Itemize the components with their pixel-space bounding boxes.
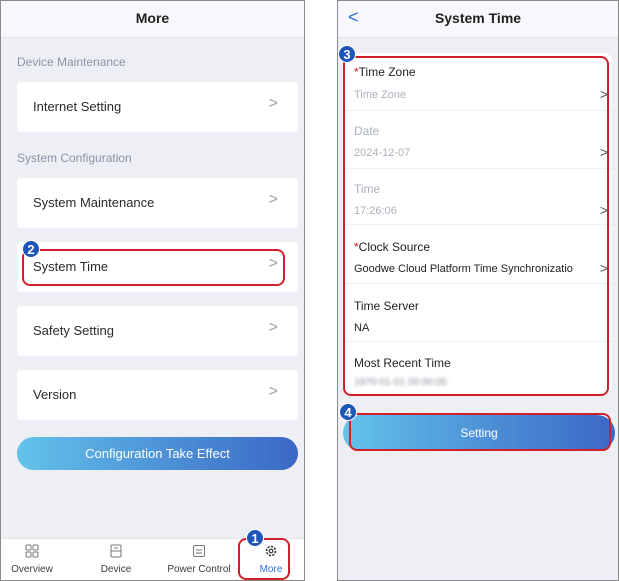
menu-item-label: Internet Setting xyxy=(33,99,122,114)
top-bar: < System Time xyxy=(338,1,618,38)
callout-more-tab xyxy=(238,538,290,580)
tab-overview[interactable]: Overview xyxy=(7,539,57,580)
power-control-icon xyxy=(193,545,205,557)
more-screen: More Device Maintenance Internet Setting… xyxy=(0,0,305,581)
chevron-right-icon: > xyxy=(268,191,278,208)
menu-item-internet-setting[interactable]: Internet Setting > xyxy=(17,82,298,132)
top-bar: More xyxy=(1,1,304,38)
callout-form xyxy=(343,56,609,396)
step-badge-4: 4 xyxy=(339,403,357,421)
tab-label: Power Control xyxy=(167,564,231,575)
menu-item-version[interactable]: Version > xyxy=(17,370,298,420)
step-badge-3: 3 xyxy=(338,45,356,63)
step-badge-1: 1 xyxy=(246,529,264,547)
section-system-configuration: System Configuration xyxy=(17,151,132,165)
tab-label: Overview xyxy=(11,564,53,575)
device-icon xyxy=(110,544,122,558)
callout-setting-button xyxy=(349,413,611,451)
tab-power-control[interactable]: Power Control xyxy=(159,539,239,580)
menu-item-system-maintenance[interactable]: System Maintenance > xyxy=(17,178,298,228)
page-title: More xyxy=(135,10,170,26)
menu-item-safety-setting[interactable]: Safety Setting > xyxy=(17,306,298,356)
section-device-maintenance: Device Maintenance xyxy=(17,55,126,69)
chevron-right-icon: > xyxy=(268,319,278,336)
menu-item-label: Version xyxy=(33,387,77,402)
tab-device[interactable]: Device xyxy=(93,539,139,580)
page-title: System Time xyxy=(434,10,522,26)
configuration-take-effect-button[interactable]: Configuration Take Effect xyxy=(17,437,298,470)
chevron-right-icon: > xyxy=(268,383,278,400)
tab-label: Device xyxy=(100,564,132,575)
grid-icon xyxy=(25,544,39,558)
callout-system-time xyxy=(22,249,285,286)
chevron-right-icon: > xyxy=(268,95,278,112)
menu-item-label: System Maintenance xyxy=(33,195,155,210)
menu-item-label: Safety Setting xyxy=(33,323,114,338)
step-badge-2: 2 xyxy=(22,240,40,258)
